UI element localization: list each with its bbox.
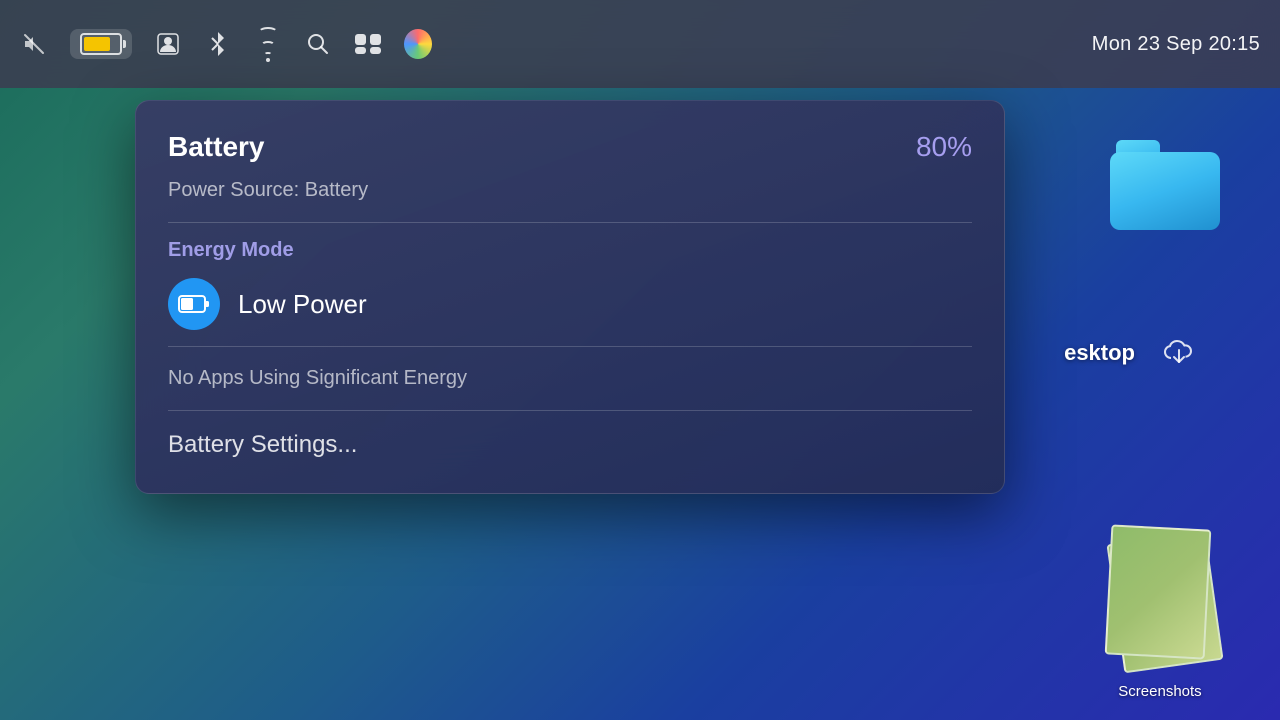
low-power-row[interactable]: Low Power (168, 278, 972, 330)
menubar: Mon 23 Sep 20:15 (0, 0, 1280, 88)
wifi-dot (266, 58, 270, 62)
battery-fill (84, 37, 110, 51)
screenshots-folder[interactable]: Screenshots (1100, 527, 1220, 700)
screenshots-label: Screenshots (1118, 683, 1201, 700)
wifi-arc-medium (261, 41, 275, 49)
desktop-label: esktop (1064, 340, 1135, 366)
battery-dropdown: Battery 80% Power Source: Battery Energy… (135, 100, 1005, 494)
datetime-display[interactable]: Mon 23 Sep 20:15 (1092, 33, 1260, 56)
swirl-icon (404, 29, 432, 59)
low-power-text: Low Power (238, 289, 367, 320)
battery-menubar-button[interactable] (70, 29, 132, 59)
menubar-left-icons (20, 29, 432, 59)
divider-2 (168, 346, 972, 347)
energy-mode-label: Energy Mode (168, 239, 972, 262)
desktop-folder[interactable] (1110, 140, 1220, 230)
divider-1 (168, 222, 972, 223)
battery-header: Battery 80% (168, 131, 972, 163)
menubar-datetime: Mon 23 Sep 20:15 (1092, 33, 1260, 56)
battery-title: Battery (168, 131, 264, 163)
power-source-text: Power Source: Battery (168, 179, 972, 202)
battery-settings-link[interactable]: Battery Settings... (168, 427, 972, 463)
fantastical-icon[interactable] (404, 30, 432, 58)
battery-icon (80, 33, 122, 55)
low-power-icon (168, 278, 220, 330)
no-apps-text: No Apps Using Significant Energy (168, 363, 972, 394)
search-icon[interactable] (304, 30, 332, 58)
icloud-icon (1163, 336, 1195, 371)
screenshot-paper-front (1105, 524, 1212, 659)
bluetooth-icon[interactable] (204, 30, 232, 58)
folder-body (1110, 152, 1220, 230)
wifi-icon[interactable] (254, 30, 282, 58)
wifi-arc-large (258, 27, 278, 38)
folder-icon (1110, 140, 1220, 230)
divider-3 (168, 410, 972, 411)
wifi-arc-small (264, 52, 272, 57)
battery-percent: 80% (916, 131, 972, 163)
wifi-signal (258, 27, 278, 62)
contact-icon[interactable] (154, 30, 182, 58)
mute-icon[interactable] (20, 30, 48, 58)
screenshots-stack (1100, 527, 1220, 677)
control-center-icon[interactable] (354, 30, 382, 58)
